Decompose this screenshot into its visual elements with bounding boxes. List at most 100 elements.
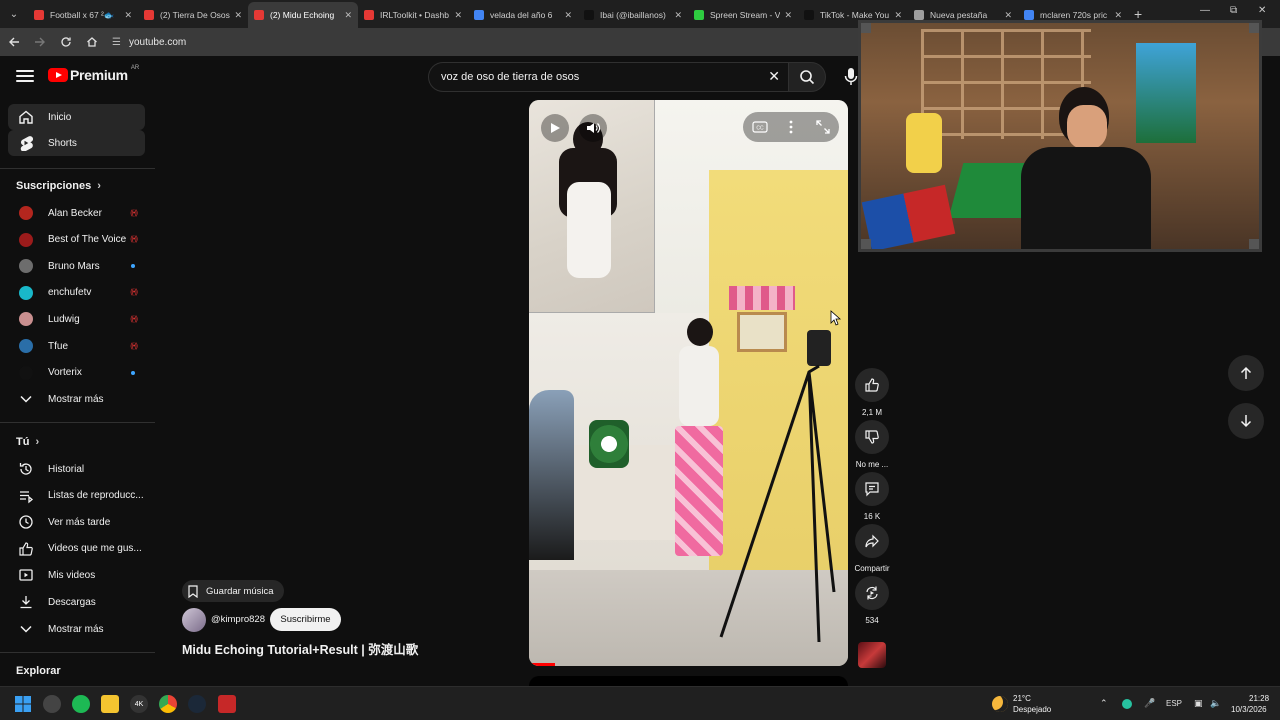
- tab-title: Ibai (@ibaillanos): [600, 10, 666, 20]
- close-tab-icon[interactable]: ✕: [454, 10, 462, 21]
- clock-date[interactable]: 10/3/2026: [1231, 705, 1267, 714]
- channel-avatar: [19, 312, 33, 327]
- chrome-taskbar-icon[interactable]: [159, 695, 177, 713]
- browser-tab[interactable]: (2) Midu Echoing ✕: [248, 2, 358, 28]
- video-scene-window: [737, 312, 787, 352]
- reload-button[interactable]: [54, 30, 78, 54]
- close-tab-icon[interactable]: ✕: [564, 10, 572, 21]
- spotify-taskbar-icon[interactable]: [72, 695, 90, 713]
- sidebar-subscription[interactable]: Ludwig ((•)): [8, 306, 145, 332]
- restore-window-button[interactable]: ⧉: [1230, 5, 1237, 16]
- show-hidden-icons-button[interactable]: ⌃: [1100, 698, 1108, 709]
- more-options-button[interactable]: [783, 118, 799, 136]
- close-tab-icon[interactable]: ✕: [674, 10, 682, 21]
- microphone-tray-icon[interactable]: 🎤: [1144, 698, 1155, 709]
- close-tab-icon[interactable]: ✕: [234, 10, 242, 21]
- audio-source-thumbnail[interactable]: [858, 642, 886, 668]
- obs-taskbar-icon[interactable]: [43, 695, 61, 713]
- sidebar-subscription[interactable]: Vorterix: [8, 360, 145, 386]
- close-tab-icon[interactable]: ✕: [1004, 10, 1012, 21]
- home-button[interactable]: [80, 30, 104, 54]
- dislike-button[interactable]: [855, 420, 889, 454]
- sidebar-subscription[interactable]: Bruno Mars: [8, 253, 145, 279]
- shorts-video-player[interactable]: CC: [529, 100, 848, 666]
- forward-button[interactable]: [28, 30, 52, 54]
- youtube-premium-logo[interactable]: Premium AR: [48, 65, 139, 83]
- you-heading[interactable]: Tú ›: [16, 436, 39, 448]
- steam-taskbar-icon[interactable]: [188, 695, 206, 713]
- sidebar-subscription[interactable]: Alan Becker ((•)): [8, 200, 145, 226]
- minimize-window-button[interactable]: —: [1200, 5, 1210, 16]
- close-tab-icon[interactable]: ✕: [1114, 10, 1122, 21]
- show-more-subscriptions[interactable]: Mostrar más: [8, 386, 145, 412]
- browser-tab[interactable]: (2) Tierra De Osos ✕: [138, 2, 248, 28]
- channel-handle[interactable]: @kimpro828: [211, 614, 265, 625]
- browser-tab[interactable]: Ibai (@ibaillanos) ✕: [578, 2, 688, 28]
- sidebar-item-clock[interactable]: Ver más tarde: [8, 509, 145, 535]
- play-button[interactable]: [541, 114, 569, 142]
- comments-button[interactable]: [855, 472, 889, 506]
- sidebar-item-my-videos[interactable]: Mis videos: [8, 562, 145, 588]
- browser-tab[interactable]: Spreen Stream - V ✕: [688, 2, 798, 28]
- browser-tab[interactable]: velada del año 6 ✕: [468, 2, 578, 28]
- previous-short-button[interactable]: [1228, 355, 1264, 391]
- network-tray-icon[interactable]: ▣: [1194, 698, 1203, 709]
- save-music-button[interactable]: Guardar música: [182, 580, 284, 602]
- url-field[interactable]: ☰ youtube.com: [112, 37, 186, 48]
- show-more-you[interactable]: Mostrar más: [8, 616, 145, 642]
- sidebar-item-history[interactable]: Historial: [8, 456, 145, 482]
- subscriptions-heading[interactable]: Suscripciones ›: [16, 180, 101, 192]
- close-tab-icon[interactable]: ✕: [124, 10, 132, 21]
- search-button[interactable]: [788, 62, 826, 92]
- close-window-button[interactable]: ✕: [1258, 5, 1266, 16]
- sidebar-item-inicio[interactable]: Inicio: [8, 104, 145, 130]
- sidebar-item-download[interactable]: Descargas: [8, 589, 145, 615]
- sidebar-subscription[interactable]: Tfue ((•)): [8, 333, 145, 359]
- fullscreen-button[interactable]: [814, 118, 832, 136]
- video-title[interactable]: Midu Echoing Tutorial+Result | 弥渡山歌: [182, 639, 418, 658]
- sidebar-subscription[interactable]: Best of The Voice ((•)): [8, 227, 145, 253]
- browser-tab[interactable]: IRLToolkit • Dashb ✕: [358, 2, 468, 28]
- back-button[interactable]: [2, 30, 26, 54]
- 4k-app-taskbar-icon[interactable]: 4K: [130, 695, 148, 713]
- clear-search-icon[interactable]: ✕: [768, 68, 780, 85]
- tab-search-button[interactable]: ⌄: [0, 0, 28, 28]
- overlay-corner: [861, 239, 871, 249]
- volume-button[interactable]: [579, 114, 607, 142]
- sidebar-divider: [0, 422, 155, 423]
- start-button[interactable]: [14, 695, 32, 713]
- sidebar-subscription[interactable]: enchufetv ((•)): [8, 280, 145, 306]
- guide-menu-button[interactable]: [16, 67, 34, 85]
- volume-tray-icon[interactable]: 🔈: [1210, 698, 1221, 709]
- tab-title: (2) Tierra De Osos: [160, 10, 230, 20]
- input-language[interactable]: ESP: [1166, 699, 1182, 708]
- share-button[interactable]: [855, 524, 889, 558]
- tab-title: IRLToolkit • Dashb: [380, 10, 449, 20]
- sidebar-item-thumbs-up[interactable]: Videos que me gus...: [8, 536, 145, 562]
- subscription-label: Best of The Voice: [48, 234, 127, 246]
- microphone-icon: [844, 68, 858, 85]
- clock-time[interactable]: 21:28: [1249, 694, 1269, 703]
- browser-tab[interactable]: Football x 67 ²🐟 ✕: [28, 2, 138, 28]
- captions-button[interactable]: CC: [751, 120, 769, 134]
- remix-button[interactable]: [855, 576, 889, 610]
- close-tab-icon[interactable]: ✕: [784, 10, 792, 21]
- sidebar-divider: [0, 652, 155, 653]
- more-vert-icon: [789, 120, 793, 134]
- sidebar-item-shorts[interactable]: Shorts: [8, 130, 145, 156]
- close-tab-icon[interactable]: ✕: [894, 10, 902, 21]
- subscribe-button[interactable]: Suscribirme: [270, 608, 341, 631]
- file-explorer-taskbar-icon[interactable]: [101, 695, 119, 713]
- close-tab-icon[interactable]: ✕: [344, 10, 352, 21]
- pinned-app-taskbar-icon[interactable]: [218, 695, 236, 713]
- tray-app-icon[interactable]: [1122, 699, 1132, 709]
- sidebar-item-playlist[interactable]: Listas de reproducc...: [8, 483, 145, 509]
- like-button[interactable]: [855, 368, 889, 402]
- tab-title: mclaren 720s pric: [1040, 10, 1108, 20]
- video-progress-bar[interactable]: [529, 663, 555, 666]
- search-input[interactable]: voz de oso de tierra de osos ✕: [428, 62, 788, 92]
- site-info-icon[interactable]: ☰: [112, 37, 121, 48]
- next-short-button[interactable]: [1228, 403, 1264, 439]
- channel-avatar[interactable]: [182, 608, 206, 632]
- comment-count: 16 K: [863, 512, 881, 521]
